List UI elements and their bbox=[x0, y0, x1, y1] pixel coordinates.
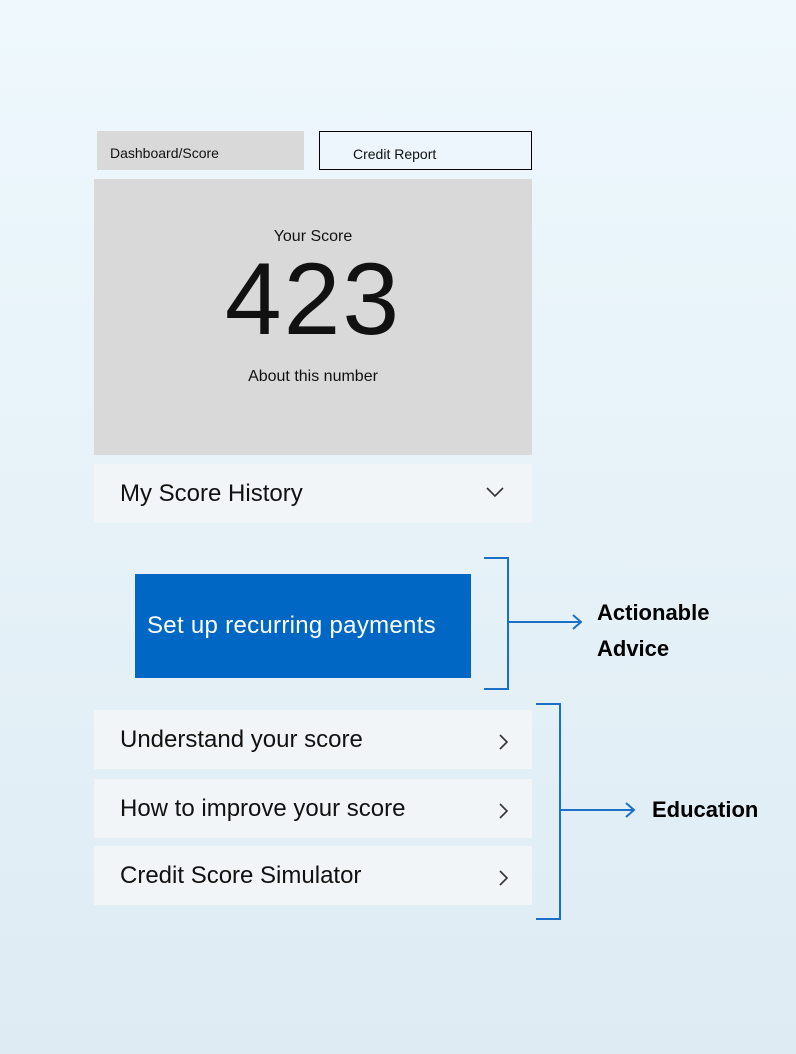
education-bracket bbox=[536, 703, 561, 920]
actionable-bracket bbox=[484, 557, 509, 690]
annotation-line: Actionable bbox=[597, 600, 710, 625]
actionable-advice-annotation: Actionable Advice bbox=[597, 595, 709, 667]
annotation-line: Advice bbox=[597, 636, 670, 661]
education-annotation: Education bbox=[652, 797, 759, 822]
annotation-brackets bbox=[484, 557, 636, 920]
